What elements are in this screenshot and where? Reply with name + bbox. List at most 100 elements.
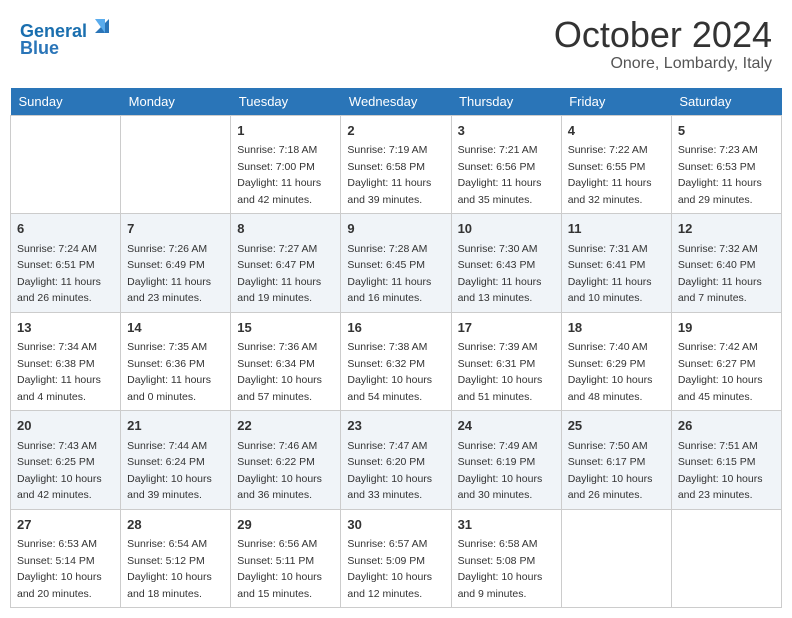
table-row: 27 Sunrise: 6:53 AMSunset: 5:14 PMDaylig… [11, 509, 121, 608]
day-number: 31 [458, 515, 555, 535]
day-number: 6 [17, 219, 114, 239]
table-row: 17 Sunrise: 7:39 AMSunset: 6:31 PMDaylig… [451, 312, 561, 411]
cell-info: Sunrise: 7:44 AMSunset: 6:24 PMDaylight:… [127, 440, 212, 502]
logo-icon [93, 15, 111, 37]
cell-info: Sunrise: 7:26 AMSunset: 6:49 PMDaylight:… [127, 243, 211, 305]
table-row: 8 Sunrise: 7:27 AMSunset: 6:47 PMDayligh… [231, 214, 341, 313]
table-row: 11 Sunrise: 7:31 AMSunset: 6:41 PMDaylig… [561, 214, 671, 313]
cell-info: Sunrise: 7:22 AMSunset: 6:55 PMDaylight:… [568, 144, 652, 206]
cell-info: Sunrise: 7:35 AMSunset: 6:36 PMDaylight:… [127, 341, 211, 403]
day-number: 11 [568, 219, 665, 239]
col-tuesday: Tuesday [231, 88, 341, 116]
table-row: 7 Sunrise: 7:26 AMSunset: 6:49 PMDayligh… [121, 214, 231, 313]
day-number: 20 [17, 416, 114, 436]
day-number: 22 [237, 416, 334, 436]
day-number: 15 [237, 318, 334, 338]
location-title: Onore, Lombardy, Italy [554, 55, 772, 73]
day-number: 13 [17, 318, 114, 338]
table-row: 30 Sunrise: 6:57 AMSunset: 5:09 PMDaylig… [341, 509, 451, 608]
cell-info: Sunrise: 7:28 AMSunset: 6:45 PMDaylight:… [347, 243, 431, 305]
calendar-week-row: 1 Sunrise: 7:18 AMSunset: 7:00 PMDayligh… [11, 115, 782, 214]
table-row: 12 Sunrise: 7:32 AMSunset: 6:40 PMDaylig… [671, 214, 781, 313]
table-row: 29 Sunrise: 6:56 AMSunset: 5:11 PMDaylig… [231, 509, 341, 608]
col-thursday: Thursday [451, 88, 561, 116]
calendar-week-row: 6 Sunrise: 7:24 AMSunset: 6:51 PMDayligh… [11, 214, 782, 313]
cell-info: Sunrise: 7:34 AMSunset: 6:38 PMDaylight:… [17, 341, 101, 403]
col-friday: Friday [561, 88, 671, 116]
day-number: 16 [347, 318, 444, 338]
day-number: 4 [568, 121, 665, 141]
cell-info: Sunrise: 7:24 AMSunset: 6:51 PMDaylight:… [17, 243, 101, 305]
day-number: 21 [127, 416, 224, 436]
day-number: 26 [678, 416, 775, 436]
cell-info: Sunrise: 7:30 AMSunset: 6:43 PMDaylight:… [458, 243, 542, 305]
title-block: October 2024 Onore, Lombardy, Italy [554, 15, 772, 73]
cell-info: Sunrise: 7:27 AMSunset: 6:47 PMDaylight:… [237, 243, 321, 305]
table-row: 20 Sunrise: 7:43 AMSunset: 6:25 PMDaylig… [11, 411, 121, 510]
cell-info: Sunrise: 6:54 AMSunset: 5:12 PMDaylight:… [127, 538, 212, 600]
cell-info: Sunrise: 7:43 AMSunset: 6:25 PMDaylight:… [17, 440, 102, 502]
day-number: 24 [458, 416, 555, 436]
day-number: 3 [458, 121, 555, 141]
cell-info: Sunrise: 7:51 AMSunset: 6:15 PMDaylight:… [678, 440, 763, 502]
table-row: 23 Sunrise: 7:47 AMSunset: 6:20 PMDaylig… [341, 411, 451, 510]
cell-info: Sunrise: 7:19 AMSunset: 6:58 PMDaylight:… [347, 144, 431, 206]
table-row: 2 Sunrise: 7:19 AMSunset: 6:58 PMDayligh… [341, 115, 451, 214]
day-number: 1 [237, 121, 334, 141]
cell-info: Sunrise: 7:46 AMSunset: 6:22 PMDaylight:… [237, 440, 322, 502]
col-sunday: Sunday [11, 88, 121, 116]
table-row: 5 Sunrise: 7:23 AMSunset: 6:53 PMDayligh… [671, 115, 781, 214]
cell-info: Sunrise: 6:53 AMSunset: 5:14 PMDaylight:… [17, 538, 102, 600]
table-row: 16 Sunrise: 7:38 AMSunset: 6:32 PMDaylig… [341, 312, 451, 411]
col-saturday: Saturday [671, 88, 781, 116]
day-number: 5 [678, 121, 775, 141]
table-row: 15 Sunrise: 7:36 AMSunset: 6:34 PMDaylig… [231, 312, 341, 411]
calendar-week-row: 27 Sunrise: 6:53 AMSunset: 5:14 PMDaylig… [11, 509, 782, 608]
table-row: 25 Sunrise: 7:50 AMSunset: 6:17 PMDaylig… [561, 411, 671, 510]
cell-info: Sunrise: 7:18 AMSunset: 7:00 PMDaylight:… [237, 144, 321, 206]
cell-info: Sunrise: 7:32 AMSunset: 6:40 PMDaylight:… [678, 243, 762, 305]
page-header: General Blue October 2024 Onore, Lombard… [10, 10, 782, 78]
calendar-week-row: 20 Sunrise: 7:43 AMSunset: 6:25 PMDaylig… [11, 411, 782, 510]
col-wednesday: Wednesday [341, 88, 451, 116]
day-number: 9 [347, 219, 444, 239]
day-number: 17 [458, 318, 555, 338]
table-row: 9 Sunrise: 7:28 AMSunset: 6:45 PMDayligh… [341, 214, 451, 313]
month-title: October 2024 [554, 15, 772, 55]
day-number: 28 [127, 515, 224, 535]
cell-info: Sunrise: 7:39 AMSunset: 6:31 PMDaylight:… [458, 341, 543, 403]
cell-info: Sunrise: 7:36 AMSunset: 6:34 PMDaylight:… [237, 341, 322, 403]
cell-info: Sunrise: 6:58 AMSunset: 5:08 PMDaylight:… [458, 538, 543, 600]
table-row: 26 Sunrise: 7:51 AMSunset: 6:15 PMDaylig… [671, 411, 781, 510]
table-row [671, 509, 781, 608]
cell-info: Sunrise: 6:56 AMSunset: 5:11 PMDaylight:… [237, 538, 322, 600]
cell-info: Sunrise: 7:49 AMSunset: 6:19 PMDaylight:… [458, 440, 543, 502]
cell-info: Sunrise: 7:31 AMSunset: 6:41 PMDaylight:… [568, 243, 652, 305]
calendar-week-row: 13 Sunrise: 7:34 AMSunset: 6:38 PMDaylig… [11, 312, 782, 411]
table-row: 1 Sunrise: 7:18 AMSunset: 7:00 PMDayligh… [231, 115, 341, 214]
cell-info: Sunrise: 7:38 AMSunset: 6:32 PMDaylight:… [347, 341, 432, 403]
table-row: 24 Sunrise: 7:49 AMSunset: 6:19 PMDaylig… [451, 411, 561, 510]
calendar-header-row: Sunday Monday Tuesday Wednesday Thursday… [11, 88, 782, 116]
logo: General Blue [20, 15, 111, 59]
table-row: 6 Sunrise: 7:24 AMSunset: 6:51 PMDayligh… [11, 214, 121, 313]
table-row: 13 Sunrise: 7:34 AMSunset: 6:38 PMDaylig… [11, 312, 121, 411]
day-number: 10 [458, 219, 555, 239]
table-row: 10 Sunrise: 7:30 AMSunset: 6:43 PMDaylig… [451, 214, 561, 313]
table-row [11, 115, 121, 214]
table-row: 14 Sunrise: 7:35 AMSunset: 6:36 PMDaylig… [121, 312, 231, 411]
day-number: 30 [347, 515, 444, 535]
cell-info: Sunrise: 6:57 AMSunset: 5:09 PMDaylight:… [347, 538, 432, 600]
calendar-table: Sunday Monday Tuesday Wednesday Thursday… [10, 88, 782, 609]
day-number: 27 [17, 515, 114, 535]
cell-info: Sunrise: 7:47 AMSunset: 6:20 PMDaylight:… [347, 440, 432, 502]
day-number: 8 [237, 219, 334, 239]
cell-info: Sunrise: 7:21 AMSunset: 6:56 PMDaylight:… [458, 144, 542, 206]
col-monday: Monday [121, 88, 231, 116]
day-number: 14 [127, 318, 224, 338]
table-row [121, 115, 231, 214]
table-row: 31 Sunrise: 6:58 AMSunset: 5:08 PMDaylig… [451, 509, 561, 608]
table-row: 22 Sunrise: 7:46 AMSunset: 6:22 PMDaylig… [231, 411, 341, 510]
table-row: 28 Sunrise: 6:54 AMSunset: 5:12 PMDaylig… [121, 509, 231, 608]
table-row: 4 Sunrise: 7:22 AMSunset: 6:55 PMDayligh… [561, 115, 671, 214]
